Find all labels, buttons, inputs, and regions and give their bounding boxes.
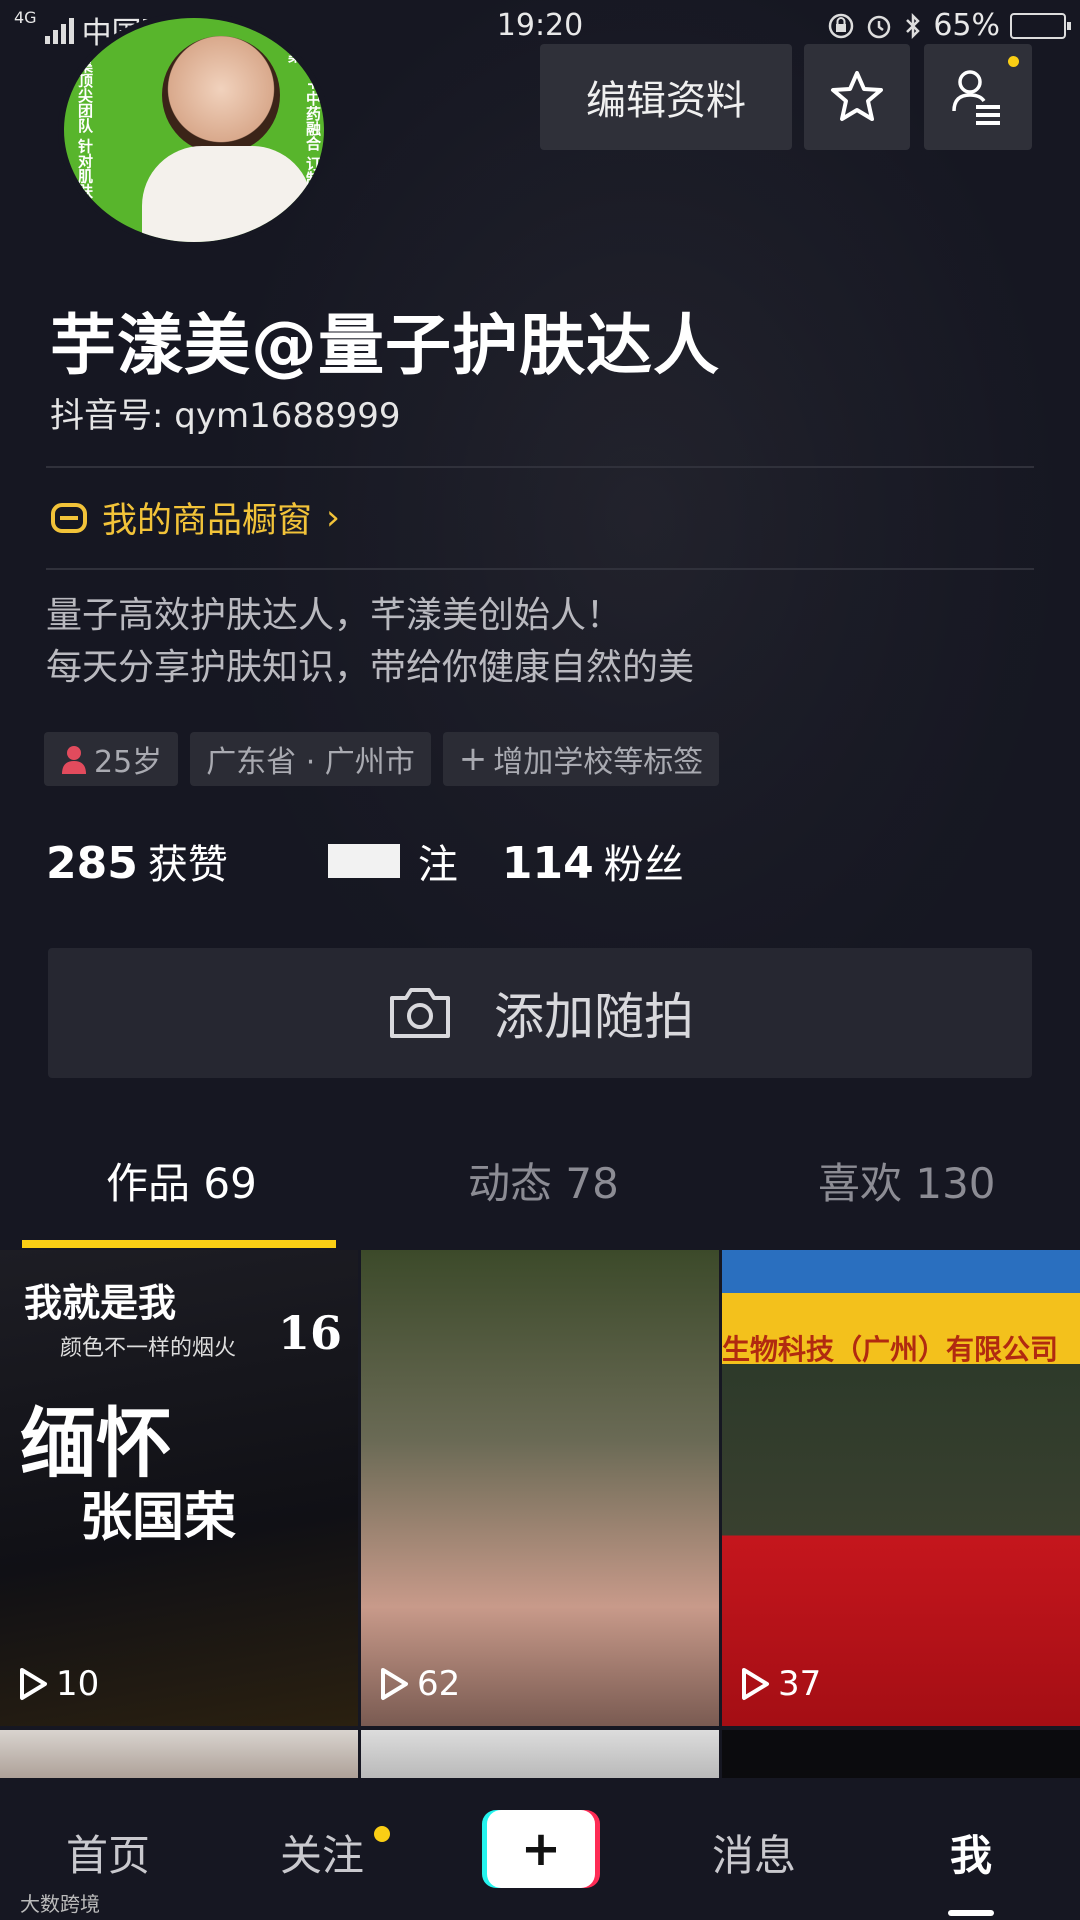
video-banner-text: 生物科技（广州）有限公司 [722,1333,1059,1366]
play-count: 62 [379,1664,460,1704]
user-menu-button[interactable] [924,44,1032,150]
divider [46,568,1034,570]
followers-count: 114 [501,838,594,889]
play-count: 37 [740,1664,821,1704]
active-nav-indicator [948,1910,994,1916]
add-snap-label: 添加随拍 [494,988,694,1046]
age-tag-label: 25岁 [94,745,163,780]
battery-icon [1010,12,1071,39]
plus-icon: + [487,1810,595,1888]
following-count-redacted [327,844,400,878]
tab-moments[interactable]: 动态 78 [468,1150,619,1211]
chevron-right-icon: › [326,497,341,538]
nav-home[interactable]: 首页 [66,1822,150,1883]
avatar-face [162,36,280,154]
following-stat[interactable]: 注 [228,832,458,890]
favorites-button[interactable] [804,44,910,150]
avatar-overlay-text-right: 量子+中药融合 订制美肌方案 [286,48,322,231]
tab-works[interactable]: 作品 69 [106,1150,257,1211]
video-name: 张国荣 [80,1487,237,1548]
profile-tags: 25岁 广东省 · 广州市 + 增加学校等标签 [44,732,720,786]
divider [46,466,1034,468]
plus-icon: + [458,739,488,779]
avatar[interactable]: 集顶尖团队 针对肌肤特征 量子+中药融合 订制美肌方案 林子红 [58,12,330,248]
video-thumbnail[interactable]: 我就是我 颜色不一样的烟火 16 缅怀 张国荣 10 [0,1250,358,1726]
play-count: 10 [18,1664,99,1704]
followers-label: 粉丝 [603,842,684,888]
shop-window-label: 我的商品橱窗 [102,501,313,541]
shop-window-link[interactable]: 我的商品橱窗 › [50,492,340,543]
play-count-value: 62 [417,1664,461,1704]
location-tag[interactable]: 广东省 · 广州市 [190,732,431,786]
add-tag-label: 增加学校等标签 [493,745,704,780]
likes-label: 获赞 [147,842,228,888]
bluetooth-icon [906,12,921,39]
followers-stat[interactable]: 114 粉丝 [502,832,684,890]
notification-dot [1008,56,1019,67]
play-icon [742,1668,769,1700]
likes-stat[interactable]: 285 获赞 [46,832,228,890]
create-video-button[interactable]: + [482,1810,600,1888]
video-thumbnail[interactable]: 62 [361,1250,719,1726]
bottom-nav: 首页 关注 + 消息 我 [0,1778,1080,1920]
star-icon [831,71,883,121]
bio: 量子高效护肤达人，芊漾美创始人！ 每天分享护肤知识，带给你健康自然的美 [46,590,694,694]
location-tag-label: 广东省 · 广州市 [206,745,415,780]
user-menu-icon [952,70,1000,125]
content-tabs: 作品 69 动态 78 喜欢 130 [0,1150,1080,1250]
alarm-icon [868,15,891,38]
add-snap-button[interactable]: 添加随拍 [48,948,1032,1078]
play-count-value: 37 [778,1664,822,1704]
nav-follow[interactable]: 关注 [280,1822,364,1883]
watermark: 大数跨境 [20,1892,100,1916]
active-tab-indicator [22,1240,336,1248]
nav-messages[interactable]: 消息 [712,1822,796,1883]
edit-profile-button[interactable]: 编辑资料 [540,44,792,150]
shop-window-icon [51,502,87,533]
female-icon [62,746,86,774]
tab-likes[interactable]: 喜欢 130 [818,1150,996,1211]
follow-notification-dot [374,1826,390,1842]
following-label: 注 [417,842,458,888]
video-thumbnail[interactable]: 生物科技（广州）有限公司 37 [722,1250,1080,1726]
add-tag-button[interactable]: + 增加学校等标签 [442,732,720,786]
bio-line: 量子高效护肤达人，芊漾美创始人！ [46,595,623,636]
nav-me[interactable]: 我 [950,1822,992,1883]
nickname: 芋漾美@量子护肤达人 [50,307,720,384]
play-icon [381,1668,408,1700]
camera-icon [390,988,450,1038]
likes-count: 285 [46,838,138,889]
bio-line: 每天分享护肤知识，带给你健康自然的美 [46,647,695,688]
rotation-lock-icon [829,13,854,38]
play-count-value: 10 [56,1664,100,1704]
play-icon [20,1668,47,1700]
avatar-overlay-text-left: 集顶尖团队 针对肌肤特征 [76,58,94,229]
video-title-small: 我就是我 [24,1281,177,1325]
douyin-id: 抖音号: qym1688999 [50,396,401,436]
battery-percent: 65% [933,8,1000,43]
video-anniversary: 16 [278,1306,343,1360]
age-tag[interactable]: 25岁 [44,732,179,786]
video-subtitle: 颜色不一样的烟火 [60,1336,237,1361]
profile-stats: 285 获赞 注 114 粉丝 [46,832,684,890]
